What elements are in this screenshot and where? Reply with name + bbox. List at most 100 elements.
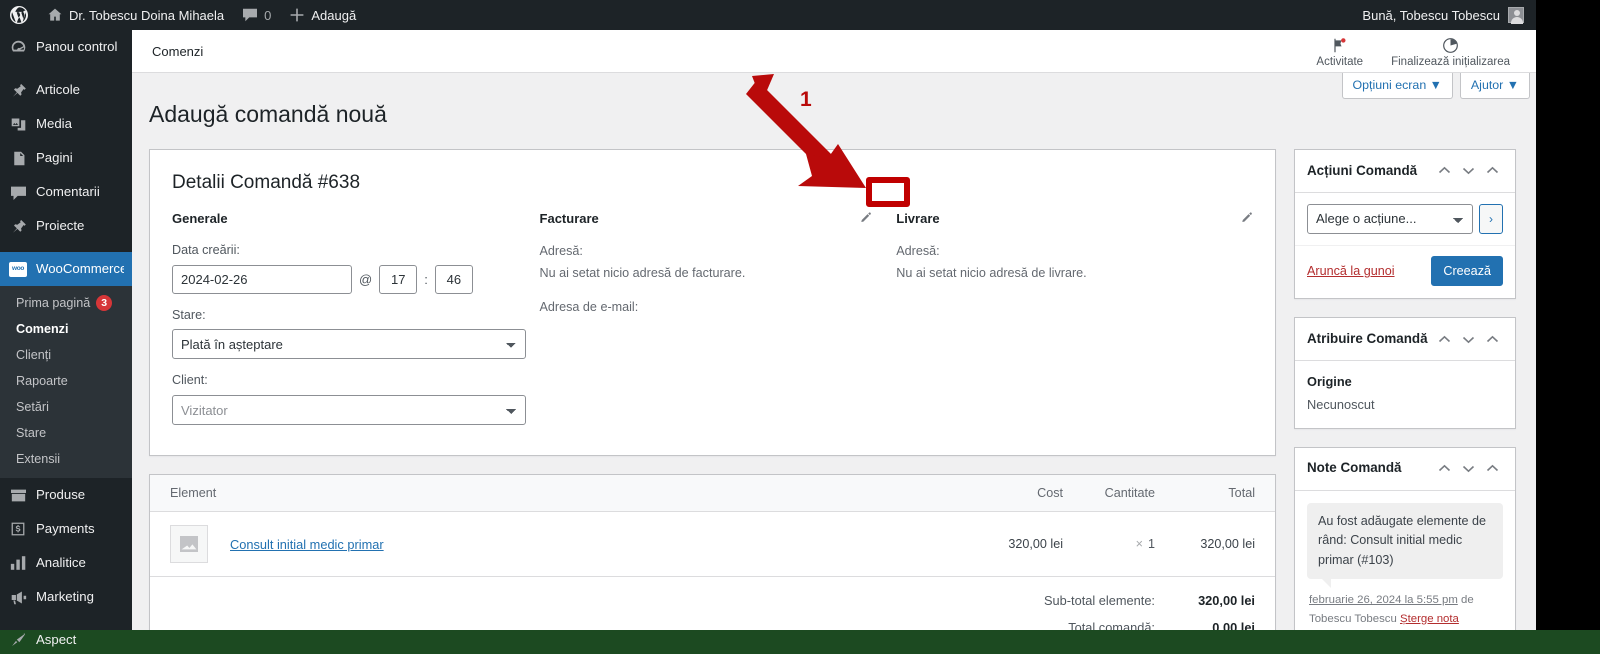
- sidebar-item-analitice[interactable]: Analitice: [0, 546, 132, 580]
- side-column: Acțiuni Comandă Alege o acțiune... › Aru…: [1294, 148, 1516, 630]
- qty-value: 1: [1147, 537, 1155, 552]
- sidebar-item-articole[interactable]: Articole: [0, 73, 132, 107]
- new-content-button[interactable]: Adaugă: [280, 0, 365, 30]
- order-attribution-panel: Atribuire Comandă Origine Necunoscut: [1294, 317, 1516, 429]
- order-data-heading: Detalii Comandă #638: [172, 171, 361, 193]
- sidebar-item-proiecte[interactable]: Proiecte: [0, 209, 132, 243]
- item-qty-cell: × 1: [1063, 537, 1155, 551]
- woocommerce-icon: woo: [9, 260, 27, 278]
- sidebar-subitem-clienti[interactable]: Clienți: [0, 342, 132, 368]
- sidebar-item-label: Analitice: [36, 555, 86, 570]
- screen-meta-links: Opțiuni ecran ▼ Ajutor ▼: [1335, 73, 1530, 99]
- bar-chart-icon: [9, 554, 27, 572]
- sidebar-item-label: Payments: [36, 521, 95, 536]
- order-attribution-body: Origine Necunoscut: [1295, 361, 1515, 427]
- note-meta: februarie 26, 2024 la 5:55 pm de Tobescu…: [1307, 591, 1503, 630]
- pin-icon: [9, 81, 27, 99]
- billing-edit-pencil-icon[interactable]: [858, 211, 872, 225]
- chevron-up-icon[interactable]: [1433, 459, 1455, 479]
- order-hour-input[interactable]: [379, 264, 418, 294]
- site-name-button[interactable]: Dr. Tobescu Doina Mihaela: [38, 0, 233, 30]
- caret-toggle-icon[interactable]: [1481, 161, 1503, 181]
- order-action-select[interactable]: Alege o acțiune...: [1307, 203, 1473, 234]
- paintbrush-icon: [9, 631, 27, 649]
- caret-toggle-icon[interactable]: [1481, 329, 1503, 349]
- chevron-down-icon[interactable]: [1457, 161, 1479, 181]
- menu-separator: [0, 243, 132, 252]
- chevron-up-icon[interactable]: [1433, 161, 1455, 181]
- sidebar-item-payments[interactable]: Payments: [0, 512, 132, 546]
- order-actions-footer: Aruncă la gunoi Creează: [1295, 244, 1515, 299]
- sidebar-item-woocommerce[interactable]: woo WooCommerce: [0, 252, 132, 286]
- taskbar: [0, 630, 1600, 654]
- caret-toggle-icon[interactable]: [1481, 459, 1503, 479]
- chevron-down-icon[interactable]: [1457, 329, 1479, 349]
- sidebar-item-produse[interactable]: Produse: [0, 478, 132, 512]
- panel-controls: [1433, 459, 1503, 479]
- sidebar-subitem-label: Comenzi: [16, 322, 69, 336]
- sidebar-item-media[interactable]: Media: [0, 107, 132, 141]
- sidebar-subitem-setari[interactable]: Setări: [0, 394, 132, 420]
- screen-root: Dr. Tobescu Doina Mihaela 0 Adaugă Bună,…: [0, 0, 1600, 654]
- sidebar-item-label: Comentarii: [36, 184, 100, 199]
- screen-options-tab[interactable]: Opțiuni ecran ▼: [1341, 73, 1453, 99]
- status-label: Stare:: [172, 307, 206, 322]
- shipping-address-value: Nu ai setat nicio adresă de livrare.: [896, 265, 1087, 280]
- chevron-down-icon[interactable]: [1457, 459, 1479, 479]
- help-tab[interactable]: Ajutor ▼: [1459, 73, 1530, 99]
- setup-progress-button[interactable]: Finalizează inițializarea: [1391, 35, 1510, 68]
- sidebar-item-aspect[interactable]: Aspect: [0, 623, 132, 654]
- order-date-input[interactable]: [172, 264, 352, 294]
- sidebar-item-panou-control[interactable]: Panou control: [0, 30, 132, 64]
- home-icon: [47, 7, 63, 23]
- flag-activity-icon: [1331, 37, 1348, 54]
- order-actions-panel: Acțiuni Comandă Alege o acțiune... › Aru…: [1294, 148, 1516, 300]
- col-header-item: Element: [170, 486, 217, 501]
- activity-bar-actions: Activitate Finalizează inițializarea: [1316, 35, 1516, 68]
- delete-note-link[interactable]: Șterge nota: [1400, 613, 1459, 625]
- sidebar-subitem-prima-pagina[interactable]: Prima pagină 3: [0, 290, 132, 316]
- sidebar-subitem-extensii[interactable]: Extensii: [0, 446, 132, 472]
- sidebar-subitem-rapoarte[interactable]: Rapoarte: [0, 368, 132, 394]
- sidebar-item-label: Pagini: [36, 150, 73, 165]
- menu-separator: [0, 614, 132, 623]
- wordpress-logo-button[interactable]: [0, 0, 38, 30]
- sidebar-item-comentarii[interactable]: Comentarii: [0, 175, 132, 209]
- customer-label: Client:: [172, 373, 208, 388]
- admin-sidebar-menu: Panou control Articole Media Pagini Come…: [0, 30, 132, 647]
- order-billing-column: Facturare Adresă: Nu ai setat nicio adre…: [540, 210, 897, 437]
- shipping-edit-pencil-icon[interactable]: [1239, 211, 1253, 225]
- move-to-trash-link[interactable]: Aruncă la gunoi: [1307, 264, 1395, 278]
- subtotal-value: 320,00 lei: [1198, 593, 1255, 609]
- col-header-cost: Cost: [1037, 486, 1063, 501]
- sidebar-subitem-comenzi[interactable]: Comenzi: [0, 316, 132, 342]
- billing-title: Facturare: [539, 211, 599, 227]
- sidebar-item-label: Articole: [36, 82, 80, 97]
- sidebar-item-label: Media: [36, 116, 72, 131]
- sidebar-subitem-label: Setări: [16, 400, 49, 414]
- create-order-button[interactable]: Creează: [1431, 255, 1503, 287]
- sidebar-subitem-stare[interactable]: Stare: [0, 420, 132, 446]
- order-minute-input[interactable]: [434, 264, 473, 294]
- sidebar-subitem-label: Clienți: [16, 348, 51, 362]
- order-notes-title: Note Comandă: [1307, 460, 1402, 476]
- sidebar-item-marketing[interactable]: Marketing: [0, 580, 132, 614]
- apply-action-button[interactable]: ›: [1479, 203, 1503, 234]
- wordpress-logo-icon: [9, 5, 29, 25]
- order-customer-select[interactable]: Vizitator: [172, 395, 526, 426]
- comments-button[interactable]: 0: [233, 0, 280, 30]
- my-account-button[interactable]: Bună, Tobescu Tobescu: [1362, 7, 1536, 24]
- chevron-up-icon[interactable]: [1433, 329, 1455, 349]
- order-status-select[interactable]: Plată în așteptare: [172, 329, 526, 360]
- sidebar-item-pagini[interactable]: Pagini: [0, 141, 132, 175]
- order-actions-header: Acțiuni Comandă: [1295, 150, 1515, 193]
- order-shipping-column: Livrare Adresă: Nu ai setat nicio adresă…: [896, 210, 1253, 437]
- order-notes-header: Note Comandă: [1295, 448, 1515, 491]
- page-wrap: Adaugă comandă nouă Detalii Comandă #638…: [132, 73, 1536, 630]
- sidebar-item-label: Produse: [36, 487, 86, 502]
- time-colon: :: [424, 271, 428, 287]
- product-link[interactable]: Consult initial medic primar: [230, 537, 384, 552]
- comment-bubble-icon: [242, 8, 258, 22]
- activity-panel-button[interactable]: Activitate: [1316, 35, 1363, 68]
- items-table-header: Element Cost Cantitate Total: [150, 475, 1275, 513]
